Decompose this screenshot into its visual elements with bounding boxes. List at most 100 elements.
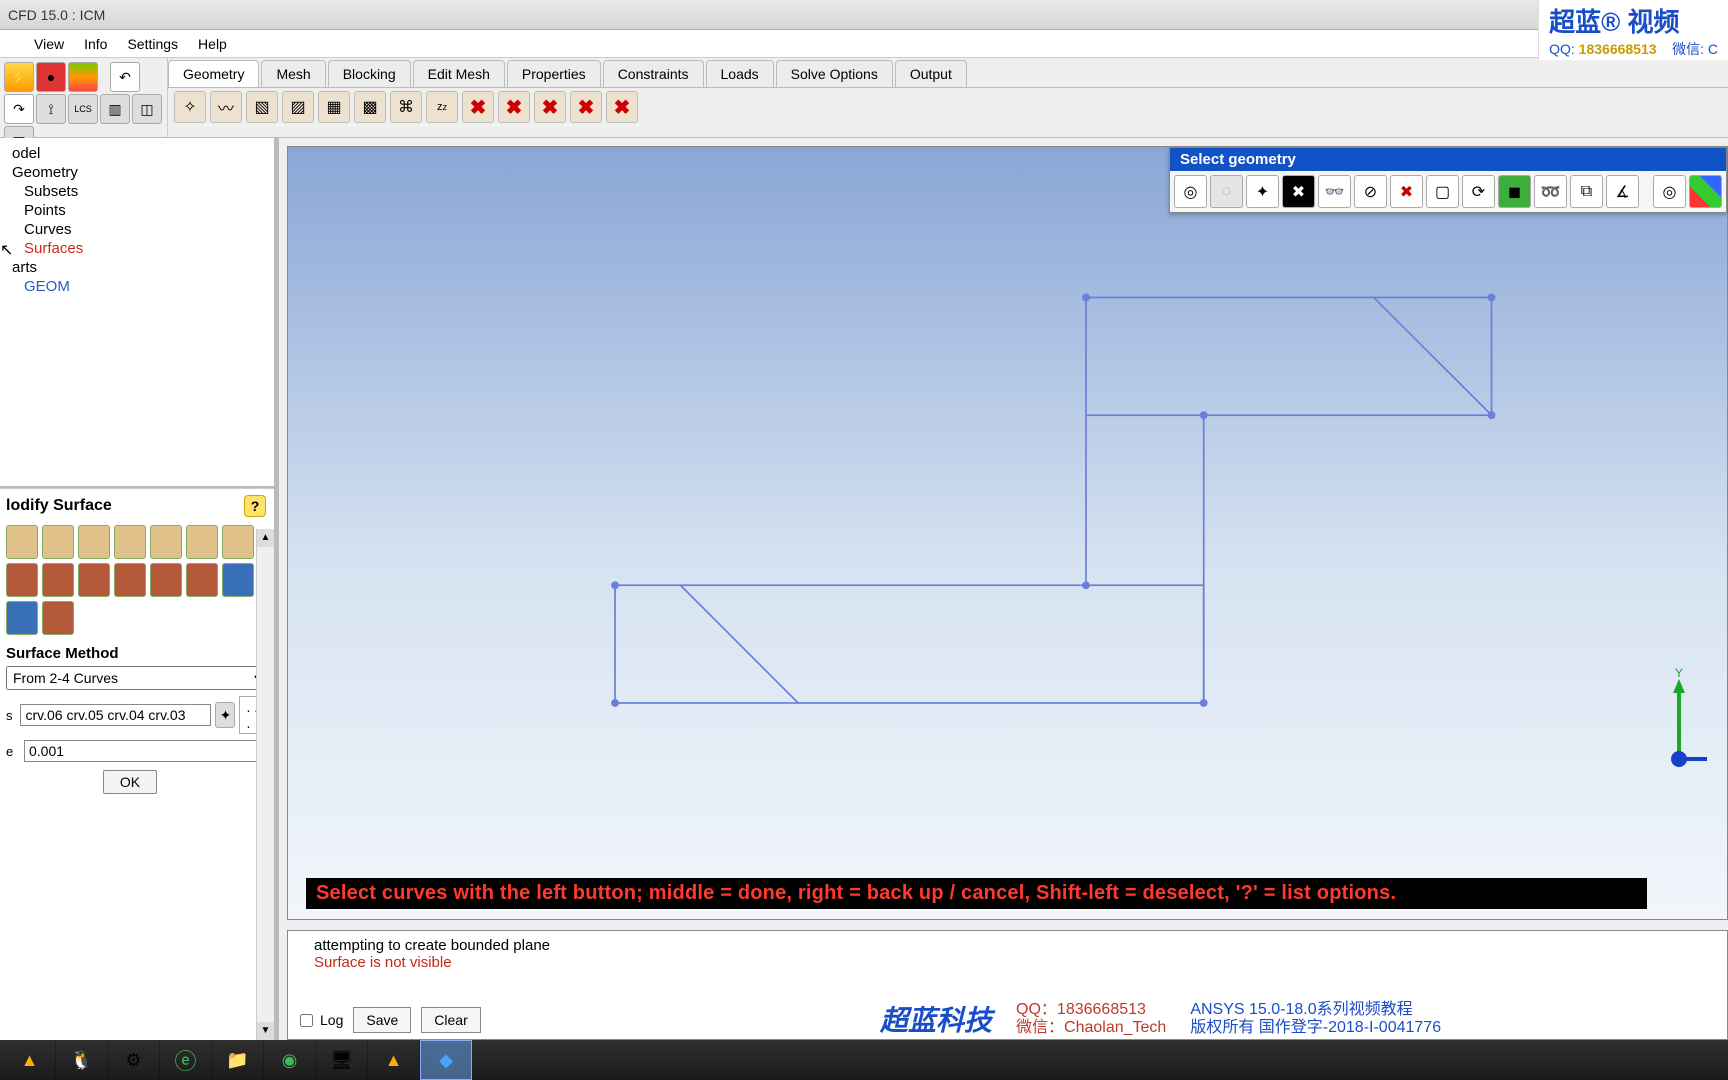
geom-transform-icon[interactable]: zz <box>426 91 458 123</box>
thumb-3[interactable] <box>78 525 110 559</box>
menu-view[interactable]: View <box>24 32 74 56</box>
tree-geometry[interactable]: Geometry <box>4 163 270 182</box>
redo-icon[interactable]: ↷ <box>4 94 34 124</box>
red-sphere-icon[interactable]: ● <box>36 62 66 92</box>
sidebar: odel Geometry Subsets Points Curves Surf… <box>0 138 276 1040</box>
graphics-canvas[interactable]: Select geometry ◎ ◌ ✦ ✖ 👓 ⊘ ✖ ▢ ⟳ ◼ ➿ ⧉ … <box>287 146 1728 920</box>
help-icon[interactable]: ? <box>244 495 266 517</box>
thumb-15[interactable] <box>6 601 38 635</box>
menu-file[interactable] <box>4 40 24 48</box>
tab-constraints[interactable]: Constraints <box>603 60 704 87</box>
tab-mesh[interactable]: Mesh <box>261 60 325 87</box>
menu-info[interactable]: Info <box>74 32 117 56</box>
thumb-6[interactable] <box>186 525 218 559</box>
tab-geometry[interactable]: Geometry <box>168 60 259 87</box>
thumb-1[interactable] <box>6 525 38 559</box>
thumb-2[interactable] <box>42 525 74 559</box>
tool-a-icon[interactable]: ⟟ <box>36 94 66 124</box>
thumb-9[interactable] <box>42 563 74 597</box>
taskbar: ▲ 🐧 ⚙ ⓔ 📁 ◉ 🖥 ▲ ◆ <box>0 1040 1728 1080</box>
tab-editmesh[interactable]: Edit Mesh <box>413 60 505 87</box>
taskbar-ansys2-icon[interactable]: ▲ <box>368 1040 420 1080</box>
geom-faceted-icon[interactable]: ▩ <box>354 91 386 123</box>
tree-curves[interactable]: Curves <box>4 220 270 239</box>
taskbar-qq-icon[interactable]: 🐧 <box>56 1040 108 1080</box>
thumb-5[interactable] <box>150 525 182 559</box>
thumb-7[interactable] <box>222 525 254 559</box>
geom-surf1-icon[interactable]: ▧ <box>246 91 278 123</box>
thumb-11[interactable] <box>114 563 146 597</box>
undo-icon[interactable]: ↶ <box>110 62 140 92</box>
tool-b-icon[interactable]: ▥ <box>100 94 130 124</box>
wm-brand: 超蓝科技 <box>880 999 992 1039</box>
wm-wx-label: 微信: C <box>1672 41 1718 57</box>
scroll-up-icon[interactable]: ▲ <box>257 529 274 547</box>
log-checkbox[interactable]: Log <box>296 1011 343 1030</box>
taskbar-browser-icon[interactable]: ⓔ <box>160 1040 212 1080</box>
wm-qq-label: QQ: <box>1549 41 1575 57</box>
thumb-14[interactable] <box>222 563 254 597</box>
thumb-4[interactable] <box>114 525 146 559</box>
delete-body-icon[interactable]: ✖ <box>570 91 602 123</box>
delete-surf-icon[interactable]: ✖ <box>534 91 566 123</box>
geom-repair-icon[interactable]: ⌘ <box>390 91 422 123</box>
thumb-8[interactable] <box>6 563 38 597</box>
taskbar-sys-icon[interactable]: ⚙ <box>108 1040 160 1080</box>
ok-button[interactable]: OK <box>103 770 157 794</box>
scroll-down-icon[interactable]: ▼ <box>257 1022 274 1040</box>
modify-surface-panel: ? lodify Surface Surface Met <box>0 488 274 1040</box>
delete-any-icon[interactable]: ✖ <box>606 91 638 123</box>
taskbar-explorer-icon[interactable]: 📁 <box>212 1040 264 1080</box>
tolerance-input[interactable] <box>24 740 268 762</box>
thumb-13[interactable] <box>186 563 218 597</box>
wmb-wx-l: 微信： <box>1016 1019 1064 1036</box>
tree-parts[interactable]: arts <box>4 258 270 277</box>
geom-surf2-icon[interactable]: ▨ <box>282 91 314 123</box>
tab-properties[interactable]: Properties <box>507 60 601 87</box>
tab-solveoptions[interactable]: Solve Options <box>776 60 893 87</box>
log-line-2-error: Surface is not visible <box>314 954 1701 971</box>
log-line-1: attempting to create bounded plane <box>314 937 1701 954</box>
model-tree[interactable]: odel Geometry Subsets Points Curves Surf… <box>0 138 274 488</box>
delete-curve-icon[interactable]: ✖ <box>498 91 530 123</box>
surface-method-select[interactable]: From 2-4 Curves <box>6 666 268 690</box>
tree-subsets[interactable]: Subsets <box>4 182 270 201</box>
geometry-drawing <box>288 147 1727 880</box>
menu-help[interactable]: Help <box>188 32 237 56</box>
surface-method-label: Surface Method <box>6 645 268 662</box>
tol-label: e <box>6 744 20 759</box>
pick-curves-icon[interactable]: ✦ <box>215 702 235 728</box>
instruction-bar: Select curves with the left button; midd… <box>306 878 1647 909</box>
tab-output[interactable]: Output <box>895 60 967 87</box>
thumb-10[interactable] <box>78 563 110 597</box>
taskbar-disc-icon[interactable]: ◉ <box>264 1040 316 1080</box>
tab-blocking[interactable]: Blocking <box>328 60 411 87</box>
thumb-12[interactable] <box>150 563 182 597</box>
tree-surfaces[interactable]: Surfaces <box>4 239 270 258</box>
tab-loads[interactable]: Loads <box>706 60 774 87</box>
menu-settings[interactable]: Settings <box>117 32 188 56</box>
axis-y-label: Y <box>1675 666 1683 680</box>
log-save-button[interactable]: Save <box>353 1007 411 1033</box>
taskbar-app-icon[interactable]: ◆ <box>420 1040 472 1080</box>
taskbar-vm-icon[interactable]: 🖥 <box>316 1040 368 1080</box>
geom-curve-icon[interactable]: 〰 <box>210 91 242 123</box>
tree-geom-part[interactable]: GEOM <box>4 277 270 296</box>
log-clear-button[interactable]: Clear <box>421 1007 480 1033</box>
tree-root[interactable]: odel <box>4 144 270 163</box>
watermark-bottom: 超蓝科技 QQ：1836668513 微信：Chaolan_Tech ANSYS… <box>880 998 1728 1040</box>
window-title: CFD 15.0 : ICM <box>8 7 105 23</box>
lcs-icon[interactable]: LCS <box>68 94 98 124</box>
panel-scrollbar[interactable]: ▲ ▼ <box>256 529 274 1040</box>
log-check-input[interactable] <box>300 1014 313 1027</box>
taskbar-ansys-icon[interactable]: ▲ <box>4 1040 56 1080</box>
curves-input[interactable] <box>20 704 211 726</box>
thumb-16[interactable] <box>42 601 74 635</box>
rainbow-icon[interactable] <box>68 62 98 92</box>
delete-point-icon[interactable]: ✖ <box>462 91 494 123</box>
bolt-icon[interactable]: ⚡ <box>4 62 34 92</box>
box1-icon[interactable]: ◫ <box>132 94 162 124</box>
tree-points[interactable]: Points <box>4 201 270 220</box>
geom-point-icon[interactable]: ✧ <box>174 91 206 123</box>
geom-body-icon[interactable]: ▦ <box>318 91 350 123</box>
